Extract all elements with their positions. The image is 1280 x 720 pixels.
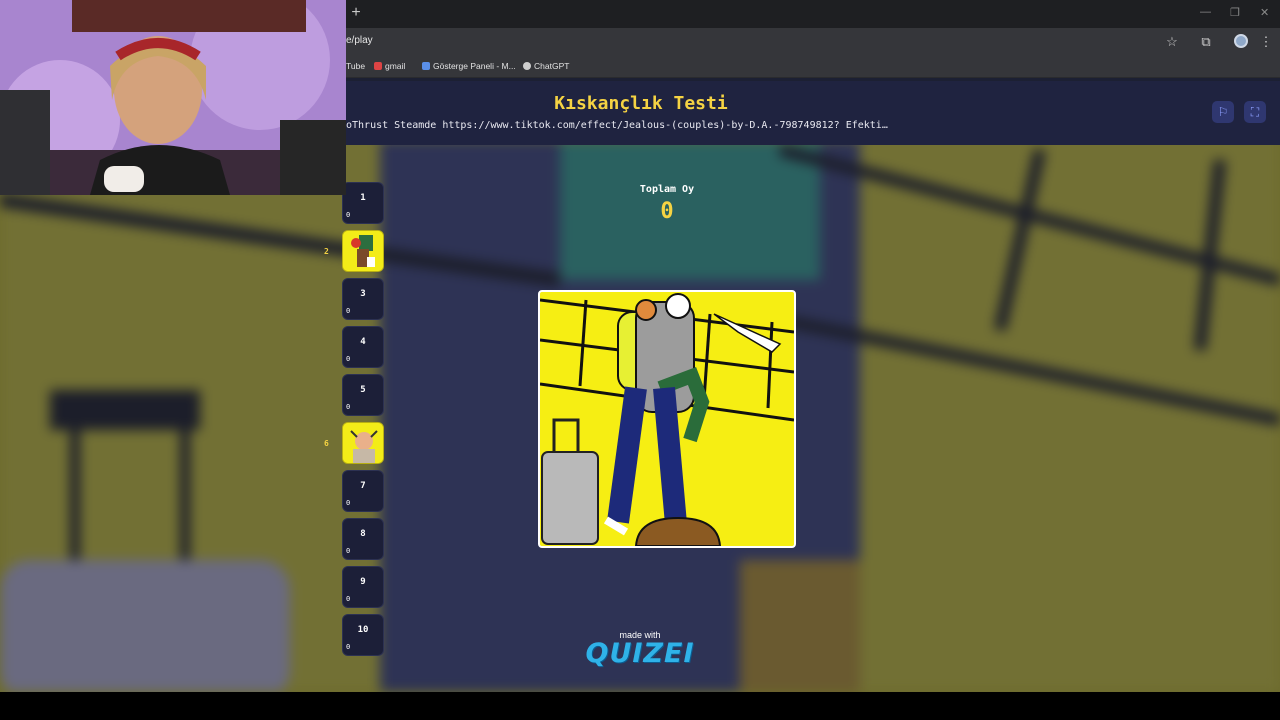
- rank-slot-6[interactable]: [342, 422, 384, 464]
- quiz-header: Kıskançlık Testi oThrust Steamde https:/…: [346, 81, 1280, 145]
- rank-slot-5[interactable]: 5 0: [342, 374, 384, 416]
- bottom-letterbox: [0, 692, 1280, 720]
- bookmark-item[interactable]: gmail: [374, 61, 405, 71]
- rank-slot-4[interactable]: 4 0: [342, 326, 384, 368]
- rank-count: 0: [346, 355, 351, 363]
- rank-count: 0: [346, 643, 351, 651]
- bookmark-star-icon[interactable]: ☆: [1164, 34, 1180, 50]
- profile-avatar[interactable]: [1234, 34, 1248, 48]
- quiz-description: oThrust Steamde https://www.tiktok.com/e…: [346, 120, 888, 131]
- extensions-icon[interactable]: ⧉: [1198, 34, 1214, 50]
- restore-icon[interactable]: ❐: [1230, 6, 1240, 19]
- fullscreen-icon[interactable]: ⛶: [1244, 101, 1266, 123]
- current-item-card[interactable]: [538, 290, 796, 548]
- rank-slot-7[interactable]: 7 0: [342, 470, 384, 512]
- rank-number: 8: [360, 529, 366, 539]
- browser-toolbar: e/play ☆ ⧉ ⋮: [346, 28, 1280, 56]
- rank-number: 5: [360, 385, 366, 395]
- rank-number: 7: [360, 481, 366, 491]
- rank-number: 3: [360, 289, 366, 299]
- rank-number: 6: [324, 439, 329, 448]
- webcam-overlay: [0, 0, 346, 195]
- quiz-title: Kıskançlık Testi: [554, 93, 728, 114]
- rank-number: 1: [360, 193, 366, 203]
- rank-number: 9: [360, 577, 366, 587]
- address-bar[interactable]: e/play: [346, 35, 373, 46]
- rank-number: 10: [357, 625, 369, 635]
- couple-hug-illustration: [540, 292, 794, 546]
- rank-slot-9[interactable]: 9 0: [342, 566, 384, 608]
- quizei-logo[interactable]: QUIZEI: [585, 638, 695, 669]
- rank-slot-1[interactable]: 1 0: [342, 182, 384, 224]
- rank-count: 0: [346, 307, 351, 315]
- dashboard-icon: [422, 62, 430, 70]
- chatgpt-icon: [523, 62, 531, 70]
- minimize-icon[interactable]: —: [1200, 6, 1211, 18]
- total-votes-label: Toplam Oy: [639, 184, 695, 195]
- rank-thumbnail: [343, 231, 383, 271]
- rank-number: 2: [324, 247, 329, 256]
- tab-bar: + — ❐ ✕: [346, 0, 1280, 28]
- gmail-icon: [374, 62, 382, 70]
- rank-slot-8[interactable]: 8 0: [342, 518, 384, 560]
- bookmark-item[interactable]: Gösterge Paneli - M...: [422, 61, 516, 71]
- new-tab-button[interactable]: +: [348, 4, 364, 22]
- rank-number: 4: [360, 337, 366, 347]
- bookmarks-bar: Tube gmail Gösterge Paneli - M... ChatGP…: [346, 56, 1280, 78]
- rank-count: 0: [346, 499, 351, 507]
- rank-thumbnail: [343, 423, 383, 463]
- bookmark-item[interactable]: Tube: [346, 61, 365, 71]
- close-icon[interactable]: ✕: [1260, 6, 1269, 19]
- browser-menu-icon[interactable]: ⋮: [1258, 34, 1274, 50]
- flag-icon[interactable]: ⚐: [1212, 101, 1234, 123]
- total-votes-value: 0: [660, 199, 674, 224]
- rank-count: 0: [346, 595, 351, 603]
- rank-slot-3[interactable]: 3 0: [342, 278, 384, 320]
- rank-count: 0: [346, 403, 351, 411]
- rank-count: 0: [346, 547, 351, 555]
- bookmark-item[interactable]: ChatGPT: [523, 61, 569, 71]
- rank-slot-10[interactable]: 10 0: [342, 614, 384, 656]
- rank-slot-2[interactable]: [342, 230, 384, 272]
- rank-count: 0: [346, 211, 351, 219]
